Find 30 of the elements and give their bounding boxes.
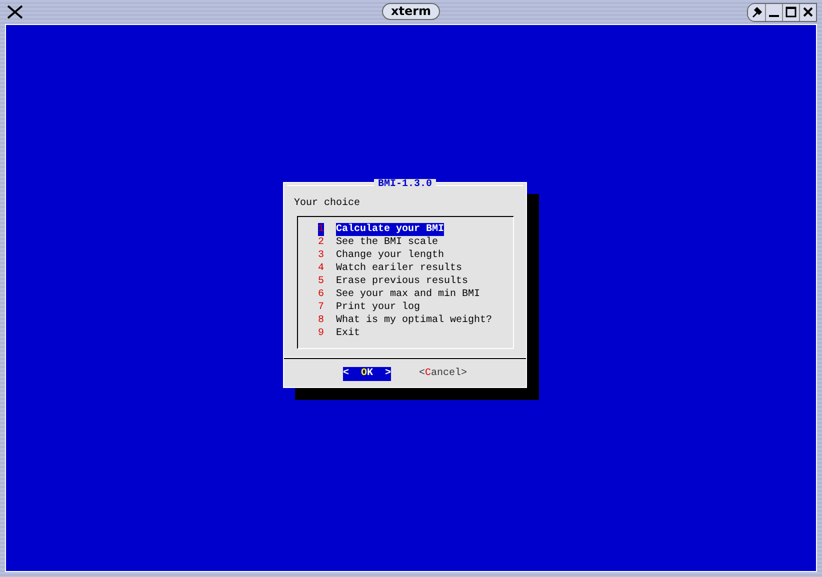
item-number: 7 bbox=[318, 301, 324, 314]
item-number: 9 bbox=[318, 327, 324, 340]
item-number: 2 bbox=[318, 236, 324, 249]
prompt-text: Your choice bbox=[293, 196, 362, 211]
menu-item[interactable]: Change your length bbox=[336, 249, 444, 262]
x-logo-icon bbox=[7, 5, 23, 19]
close-button[interactable] bbox=[799, 4, 816, 20]
minimize-icon bbox=[769, 15, 779, 17]
item-number: 5 bbox=[318, 275, 324, 288]
menu-item[interactable]: Print your log bbox=[336, 301, 420, 314]
menu-item[interactable]: Erase previous results bbox=[336, 275, 468, 288]
menu-item[interactable]: Calculate your BMI bbox=[336, 223, 444, 236]
item-number: 6 bbox=[318, 288, 324, 301]
minimize-button[interactable] bbox=[765, 4, 782, 20]
item-number: 3 bbox=[318, 249, 324, 262]
ok-button[interactable]: < OK > bbox=[342, 367, 391, 381]
menu-item[interactable]: Watch eariler results bbox=[336, 262, 462, 275]
pin-button[interactable] bbox=[748, 4, 765, 20]
close-icon bbox=[802, 6, 814, 18]
item-number: 4 bbox=[318, 262, 324, 275]
cancel-button[interactable]: <Cancel> bbox=[419, 367, 468, 381]
menu-item[interactable]: See the BMI scale bbox=[336, 236, 438, 249]
maximize-icon bbox=[785, 6, 797, 18]
menu-item[interactable]: See your max and min BMI bbox=[336, 288, 480, 301]
item-number: 8 bbox=[318, 314, 324, 327]
menu-item[interactable]: Exit bbox=[336, 327, 360, 340]
window-title: xterm bbox=[382, 3, 440, 20]
item-number: 1 bbox=[318, 223, 324, 236]
maximize-button[interactable] bbox=[782, 4, 799, 20]
menu-item[interactable]: What is my optimal weight? bbox=[336, 314, 492, 327]
